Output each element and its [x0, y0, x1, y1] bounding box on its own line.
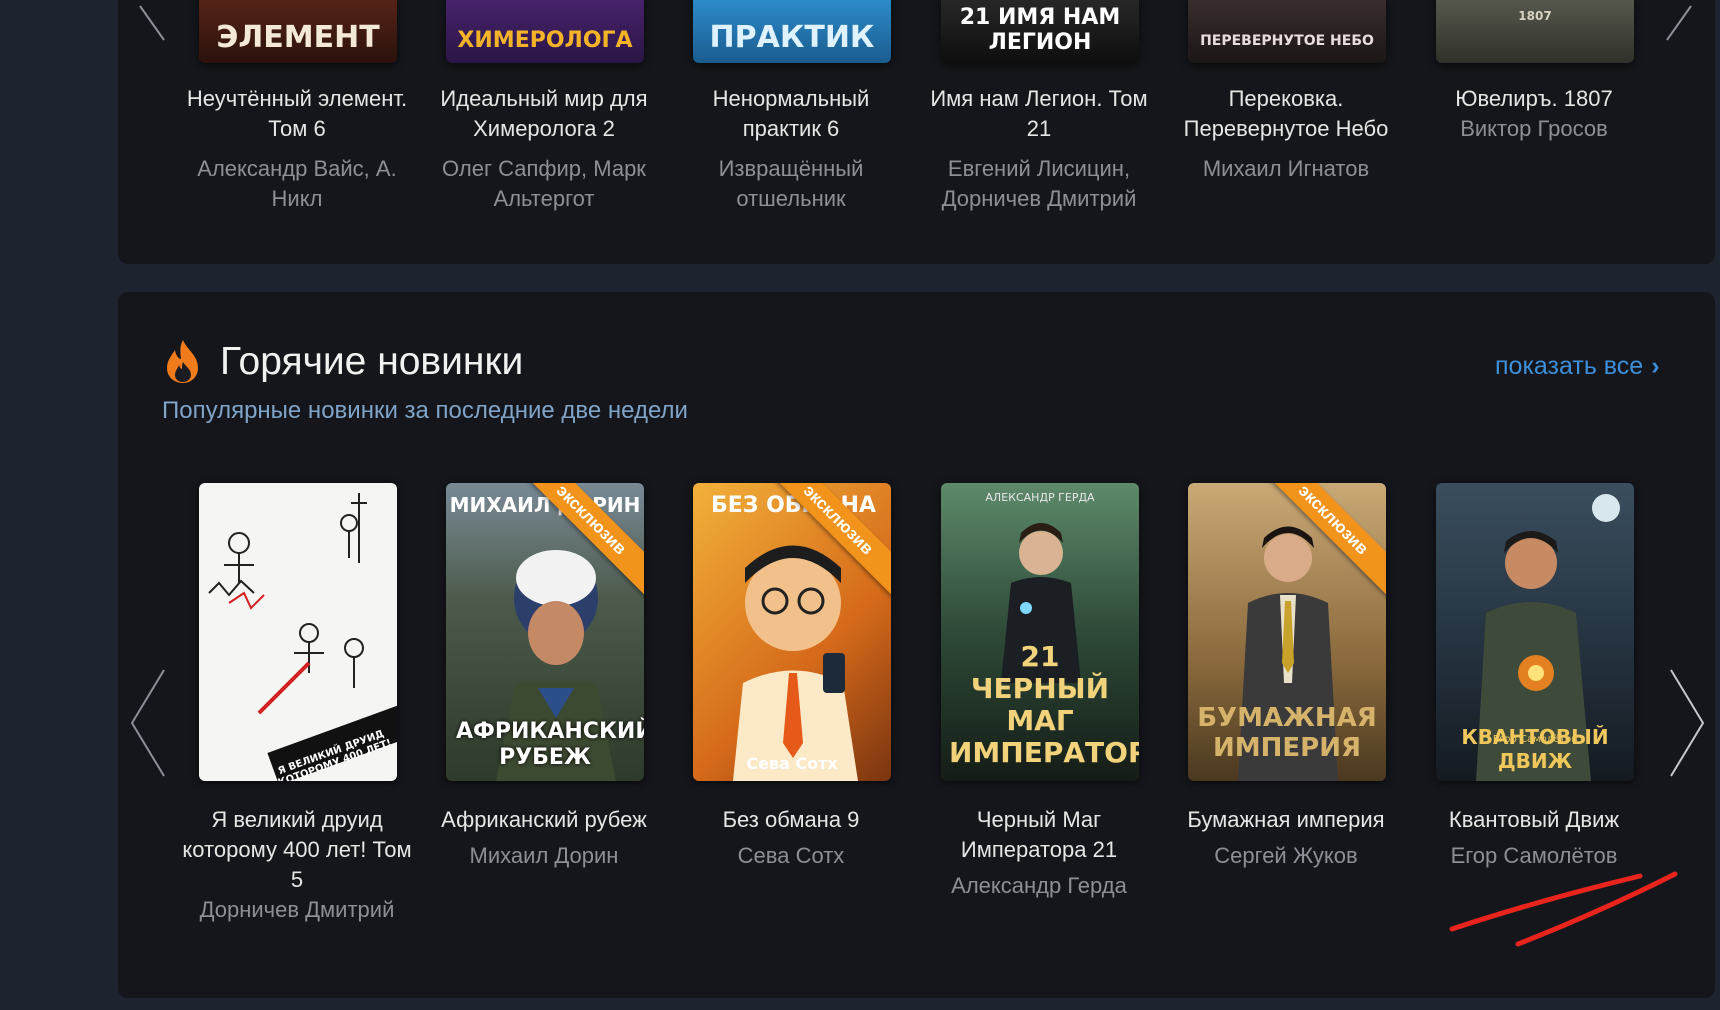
- show-all-link[interactable]: показать все ›: [1495, 352, 1660, 381]
- book-title[interactable]: Я великий друид которому 400 лет! Том 5: [182, 805, 412, 895]
- book-cover[interactable]: БЕЗ ОБМАНА Сева Сотх эксклюзив: [693, 483, 891, 781]
- book-author[interactable]: Александр Вайс, А. Никл: [182, 154, 412, 214]
- book-author[interactable]: Сергей Жуков: [1171, 841, 1401, 871]
- book-cover[interactable]: ПЕРЕВЕРНУТОЕ НЕБО: [1188, 0, 1386, 63]
- section-title: Горячие новинки: [220, 340, 524, 383]
- cover-text: АФРИКАНСКИЙ РУБЕЖ: [456, 719, 644, 770]
- book-author[interactable]: Егор Самолётов: [1419, 841, 1649, 871]
- book-cover[interactable]: ЭЛЕМЕНТ: [199, 0, 397, 63]
- book-cover[interactable]: БУМАЖНАЯ ИМПЕРИЯ эксклюзив: [1188, 483, 1386, 781]
- book-title[interactable]: Африканский рубеж: [429, 805, 659, 835]
- prev-arrow-top[interactable]: [136, 0, 166, 46]
- book-author[interactable]: Евгений Лисицин, Дорничев Дмитрий: [924, 154, 1154, 214]
- book-cover[interactable]: ПРАКТИК: [693, 0, 891, 63]
- cover-text: БУМАЖНАЯ ИМПЕРИЯ: [1197, 703, 1377, 763]
- book-cover[interactable]: 1807: [1436, 0, 1634, 63]
- cover-text: ПЕРЕВЕРНУТОЕ НЕБО: [1200, 33, 1374, 49]
- book-title[interactable]: Перековка. Перевернутое Небо: [1171, 84, 1401, 144]
- prev-arrow[interactable]: [128, 668, 168, 778]
- book-title[interactable]: Черный Маг Императора 21: [924, 805, 1154, 865]
- cover-text: ЭЛЕМЕНТ: [216, 20, 380, 55]
- cover-text: КВАНТОВЫЙ ДВИЖ: [1461, 725, 1609, 773]
- book-title[interactable]: Идеальный мир для Химеролога 2: [429, 84, 659, 144]
- book-author[interactable]: Александр Герда: [924, 871, 1154, 901]
- book-author[interactable]: Михаил Дорин: [429, 841, 659, 871]
- book-cover[interactable]: ХИМЕРОЛОГА: [446, 0, 644, 63]
- book-title[interactable]: Неучтённый элемент. Том 6: [182, 84, 412, 144]
- cover-text: ХИМЕРОЛОГА: [457, 28, 633, 53]
- book-title[interactable]: Бумажная империя: [1171, 805, 1401, 835]
- next-arrow[interactable]: [1667, 668, 1707, 778]
- book-author[interactable]: Извращённый отшельник: [676, 154, 906, 214]
- book-cover[interactable]: 21 ИМЯ НАМ ЛЕГИОН: [941, 0, 1139, 63]
- book-author[interactable]: Дорничев Дмитрий: [182, 895, 412, 925]
- fire-icon: [162, 338, 204, 389]
- book-author[interactable]: Олег Сапфир, Марк Альтергот: [429, 154, 659, 214]
- show-all-label: показать все: [1495, 352, 1644, 380]
- cover-text: ПРАКТИК: [709, 20, 875, 55]
- book-title[interactable]: Имя нам Легион. Том 21: [924, 84, 1154, 144]
- cover-text: 21 ИМЯ НАМ ЛЕГИОН: [959, 5, 1121, 55]
- book-title[interactable]: Без обмана 9: [676, 805, 906, 835]
- book-cover[interactable]: Егор Самолётов КВАНТОВЫЙ ДВИЖ: [1436, 483, 1634, 781]
- chevron-right-icon: ›: [1651, 352, 1660, 380]
- cover-text: 1807: [1518, 9, 1552, 23]
- book-author[interactable]: Виктор Гросов: [1419, 114, 1649, 144]
- book-author[interactable]: Михаил Игнатов: [1171, 154, 1401, 184]
- cover-author-text: Сева Сотх: [746, 754, 838, 773]
- book-title[interactable]: Ненормальный практик 6: [676, 84, 906, 144]
- cover-text: 21 ЧЕРНЫЙ МАГ ИМПЕРАТОРА: [949, 640, 1139, 769]
- next-arrow-top[interactable]: [1665, 0, 1695, 46]
- book-cover[interactable]: АЛЕКСАНДР ГЕРДА 21 ЧЕРНЫЙ МАГ ИМПЕРАТОРА: [941, 483, 1139, 781]
- book-title[interactable]: Ювелиръ. 1807: [1419, 84, 1649, 114]
- book-cover[interactable]: Я ВЕЛИКИЙ ДРУИД КОТОРОМУ 400 ЛЕТ!: [199, 483, 397, 781]
- book-cover[interactable]: МИХАИЛ ДОРИН АФРИКАНСКИЙ РУБЕЖ эксклюзив: [446, 483, 644, 781]
- book-title[interactable]: Квантовый Движ: [1419, 805, 1649, 835]
- book-author[interactable]: Сева Сотх: [676, 841, 906, 871]
- section-subtitle: Популярные новинки за последние две неде…: [162, 397, 688, 424]
